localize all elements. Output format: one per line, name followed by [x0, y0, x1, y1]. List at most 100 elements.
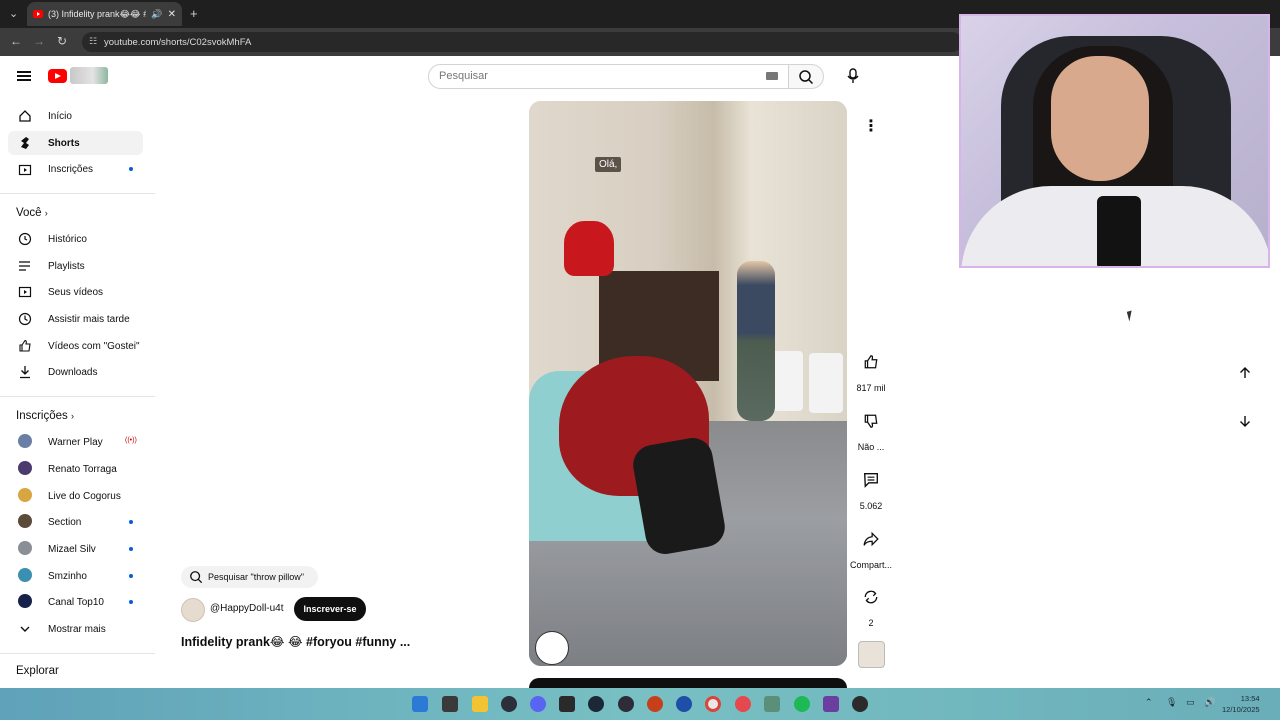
browser-tab-active[interactable]: (3) Infidelity prank😂😂 #f 🔊 ✕ — [27, 2, 182, 26]
subscriptions-icon — [18, 164, 32, 176]
obs-icon[interactable] — [618, 696, 634, 712]
like-icon — [19, 339, 31, 352]
address-bar[interactable]: ☷ youtube.com/shorts/C02svokMhFA — [82, 32, 962, 52]
share-button[interactable]: Compart... — [846, 524, 896, 570]
sidebar-item-home[interactable]: Início — [8, 104, 143, 128]
shorts-icon — [21, 137, 29, 149]
sidebar-item-subscriptions[interactable]: Inscrições — [8, 157, 143, 181]
sidebar-item-renato-torraga[interactable]: Renato Torraga — [8, 457, 143, 481]
remix-button[interactable]: 2 — [846, 582, 896, 628]
keyboard-icon[interactable] — [766, 72, 778, 80]
sound-thumbnail[interactable] — [858, 641, 885, 668]
tray-chevron-up-icon[interactable]: ⌃ — [1145, 697, 1153, 708]
site-info-icon[interactable]: ☷ — [89, 36, 97, 47]
discord-icon[interactable] — [530, 696, 546, 712]
youtube-logo[interactable] — [48, 69, 67, 83]
mic-icon — [847, 68, 859, 83]
tab-close-icon[interactable]: ✕ — [168, 9, 176, 20]
file-explorer-icon[interactable] — [472, 696, 488, 712]
task-view-icon[interactable] — [442, 696, 458, 712]
comment-icon — [856, 465, 886, 495]
previous-short-button[interactable] — [1229, 357, 1261, 389]
sidebar-item-label: Canal Top10 — [48, 596, 104, 608]
sidebar-item-label: Renato Torraga — [48, 463, 117, 475]
tab-list-chevron-icon[interactable]: ⌄ — [9, 7, 18, 20]
subscriptions-section-title[interactable]: Inscrições › — [16, 410, 74, 422]
sidebar-item-label: Histórico — [48, 233, 87, 245]
windows-start-icon[interactable] — [412, 696, 428, 712]
new-content-dot — [129, 520, 133, 524]
steam-icon[interactable] — [588, 696, 604, 712]
search-button[interactable] — [789, 64, 824, 89]
volume-icon[interactable]: 🔊 — [1204, 697, 1215, 708]
video-watermark-avatar — [535, 631, 569, 665]
app-icon[interactable] — [647, 696, 663, 712]
sidebar-show-more[interactable]: Mostrar mais — [8, 617, 143, 641]
app-icon[interactable] — [501, 696, 517, 712]
sidebar-item-warner-play[interactable]: Warner Play ((•)) — [8, 430, 143, 454]
app-icon[interactable] — [823, 696, 839, 712]
sidebar-item-section[interactable]: Section — [8, 510, 143, 534]
chrome-icon[interactable] — [705, 696, 721, 712]
clock-date: 12/10/2025 — [1222, 705, 1260, 714]
subscribe-button[interactable]: Inscrever-se — [294, 597, 366, 621]
next-short-preview[interactable] — [529, 678, 847, 688]
avatar — [18, 461, 32, 475]
you-section-title[interactable]: Você › — [16, 207, 48, 219]
app-icon[interactable] — [676, 696, 692, 712]
voice-search-button[interactable] — [840, 64, 865, 89]
app-icon[interactable] — [764, 696, 780, 712]
sidebar-item-downloads[interactable]: Downloads — [8, 360, 143, 384]
like-button[interactable]: 817 mil — [846, 347, 896, 393]
search-input[interactable]: Pesquisar — [428, 64, 789, 89]
reload-icon[interactable]: ↻ — [57, 34, 67, 48]
short-title[interactable]: Infidelity prank😂 😂 #foryou #funny ... — [181, 634, 410, 649]
system-clock[interactable]: 13:54 12/10/2025 — [1222, 693, 1260, 715]
youtube-favicon-icon — [33, 10, 43, 18]
webcam-overlay — [959, 14, 1270, 268]
sidebar-item-label: Shorts — [48, 137, 80, 149]
dislike-icon — [856, 406, 886, 436]
sidebar-item-canal-top10[interactable]: Canal Top10 — [8, 590, 143, 614]
share-label: Compart... — [849, 560, 892, 570]
opera-icon[interactable] — [735, 696, 751, 712]
sidebar-item-smzinho[interactable]: Smzinho — [8, 564, 143, 588]
short-video-player[interactable]: Olá, — [529, 101, 847, 666]
comments-button[interactable]: 5.062 — [846, 465, 896, 511]
explore-section-title: Explorar — [16, 665, 59, 677]
history-icon — [18, 232, 32, 246]
next-short-button[interactable] — [1229, 405, 1261, 437]
hamburger-menu-icon[interactable] — [17, 71, 31, 81]
dislike-button[interactable]: Não ... — [846, 406, 896, 452]
channel-name[interactable]: @HappyDoll-u4t — [210, 603, 284, 614]
more-options-icon[interactable]: ⋮ — [861, 117, 881, 137]
remix-icon — [856, 582, 886, 612]
sidebar-item-mizael-silv[interactable]: Mizael Silv — [8, 537, 143, 561]
audio-icon[interactable]: 🔊 — [151, 9, 162, 20]
sidebar-item-watch-later[interactable]: Assistir mais tarde — [8, 307, 143, 331]
channel-avatar[interactable] — [181, 598, 205, 622]
spotify-icon[interactable] — [794, 696, 810, 712]
mic-tray-icon[interactable]: 🎙 — [1166, 697, 1177, 708]
video-frame-person-standing — [737, 261, 775, 421]
sidebar-item-shorts[interactable]: Shorts — [8, 131, 143, 155]
sidebar-item-playlists[interactable]: Playlists — [8, 254, 143, 278]
sidebar-item-label: Inscrições — [48, 163, 94, 175]
sidebar-item-label: Assistir mais tarde — [48, 313, 130, 325]
epic-games-icon[interactable] — [559, 696, 575, 712]
new-tab-icon[interactable]: + — [190, 6, 198, 21]
search-icon — [799, 70, 814, 85]
sidebar-item-your-videos[interactable]: Seus vídeos — [8, 280, 143, 304]
search-suggestion-chip[interactable]: Pesquisar "throw pillow" — [181, 566, 318, 588]
forward-icon[interactable]: → — [33, 34, 45, 48]
avatar — [18, 488, 32, 502]
sidebar-item-live-do-cogorus[interactable]: Live do Cogorus — [8, 484, 143, 508]
display-tray-icon[interactable]: ▭ — [1186, 697, 1195, 708]
youtube-doodle[interactable] — [70, 67, 108, 84]
avatar — [18, 434, 32, 448]
back-icon[interactable]: ← — [10, 34, 22, 48]
app-icon[interactable] — [852, 696, 868, 712]
new-content-dot — [129, 167, 133, 171]
sidebar-item-liked-videos[interactable]: Vídeos com "Gostei" — [8, 334, 143, 358]
sidebar-item-history[interactable]: Histórico — [8, 227, 143, 251]
